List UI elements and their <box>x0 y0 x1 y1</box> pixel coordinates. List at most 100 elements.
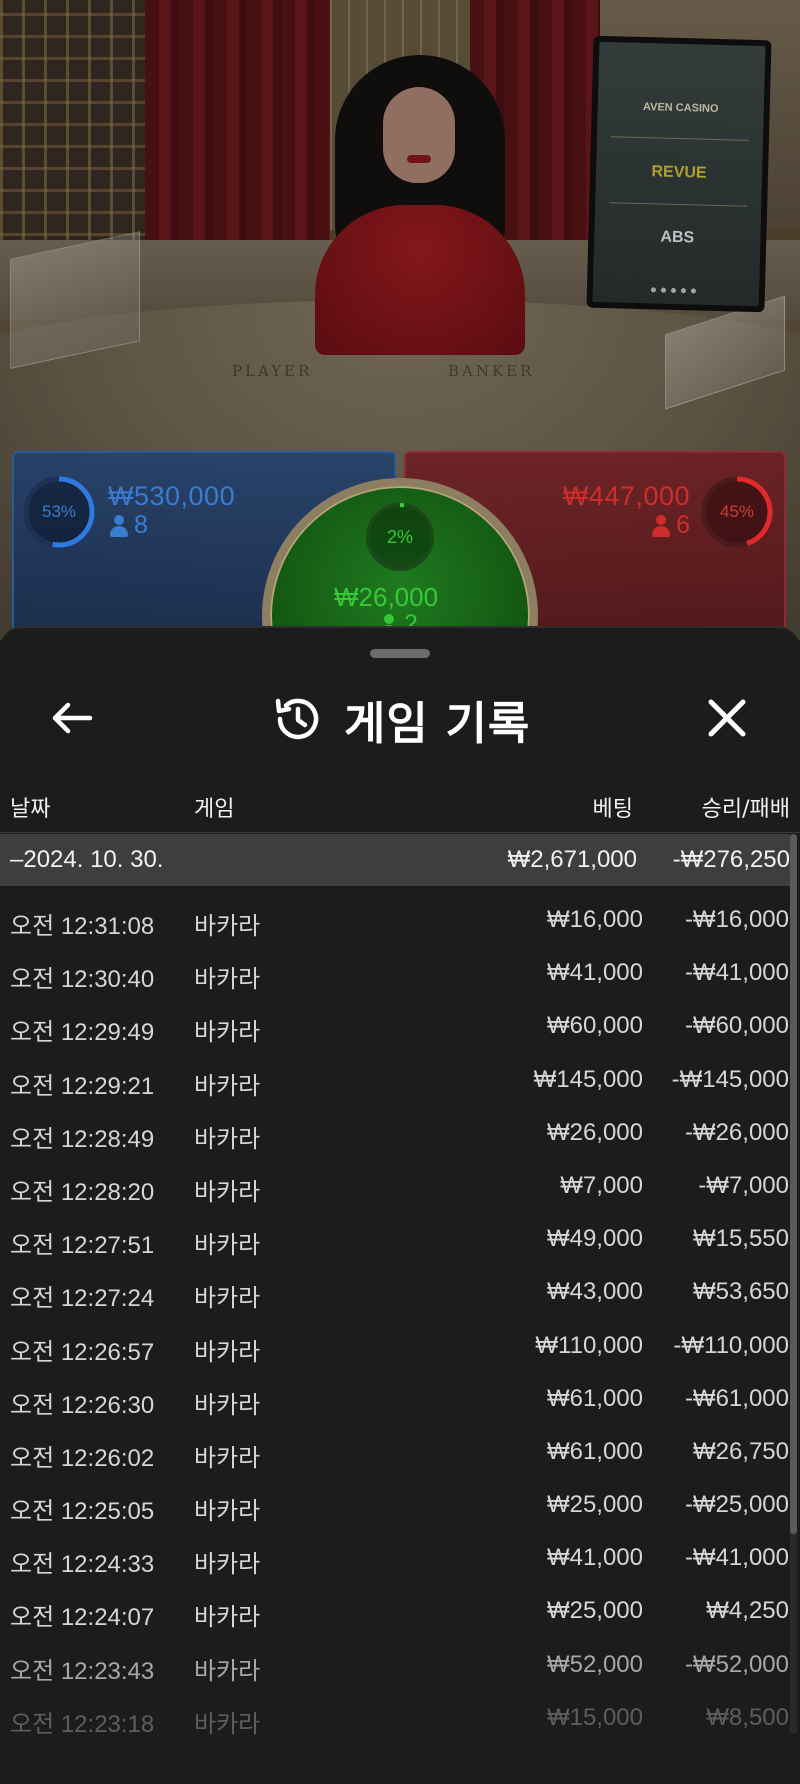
header-divider <box>0 832 800 833</box>
history-row-result: -₩145,000 <box>671 1065 789 1093</box>
history-row[interactable]: 오전 12:28:49 바카라 ₩26,000 -₩26,000 <box>0 1105 790 1158</box>
history-row[interactable]: 오전 12:26:02 바카라 ₩61,000 ₩26,750 <box>0 1424 790 1477</box>
history-row-result: ₩8,500 <box>706 1703 789 1731</box>
close-x-icon <box>708 699 746 737</box>
close-button[interactable] <box>697 688 757 748</box>
history-row[interactable]: 오전 12:29:49 바카라 ₩60,000 -₩60,000 <box>0 998 790 1051</box>
day-summary-row[interactable]: –2024. 10. 30. ₩2,671,000 -₩276,250 <box>0 834 790 886</box>
history-row-bet: ₩7,000 <box>560 1171 643 1199</box>
day-total-result: -₩276,250 <box>672 846 790 873</box>
history-row-time: 오전 12:29:49 <box>10 1019 155 1047</box>
history-row[interactable]: 오전 12:26:57 바카라 ₩110,000 -₩110,000 <box>0 1318 790 1371</box>
history-row[interactable]: 오전 12:30:40 바카라 ₩41,000 -₩41,000 <box>0 945 790 998</box>
sheet-header: 게임 기록 <box>272 684 530 754</box>
player-bettor-count: 8 <box>134 511 148 539</box>
banker-bettors: 6 <box>652 511 690 540</box>
history-row-game: 바카라 <box>194 1710 261 1738</box>
history-row[interactable]: 오전 12:25:05 바카라 ₩25,000 -₩25,000 <box>0 1477 790 1530</box>
history-row[interactable]: 오전 12:23:43 바카라 ₩52,000 -₩52,000 <box>0 1637 790 1690</box>
history-row-game: 바카라 <box>194 1391 261 1419</box>
history-row-result: ₩53,650 <box>692 1278 789 1306</box>
player-percent: 53% <box>41 502 77 521</box>
history-row-time: 오전 12:25:05 <box>10 1498 155 1526</box>
history-row-time: 오전 12:24:07 <box>10 1604 155 1632</box>
banker-bettor-count: 6 <box>676 511 690 539</box>
history-row[interactable]: 오전 12:27:51 바카라 ₩49,000 ₩15,550 <box>0 1211 790 1264</box>
history-row-time: 오전 12:29:21 <box>10 1072 155 1100</box>
history-row-result: ₩15,550 <box>692 1225 789 1253</box>
history-row-result: -₩16,000 <box>684 906 789 933</box>
sheet-grab-handle[interactable] <box>370 649 430 658</box>
history-row[interactable]: 오전 12:23:18 바카라 ₩15,000 ₩8,500 <box>0 1690 790 1743</box>
history-row[interactable]: 오전 12:29:21 바카라 ₩145,000 -₩145,000 <box>0 1052 790 1105</box>
player-bettors: 8 <box>110 511 148 540</box>
history-row-result: -₩61,000 <box>684 1384 789 1412</box>
person-icon <box>652 514 671 537</box>
history-row-time: 오전 12:23:18 <box>10 1710 155 1738</box>
banker-percent-ring: 45% <box>700 475 774 549</box>
history-row-game: 바카라 <box>194 1657 261 1685</box>
history-row-result: -₩26,000 <box>684 1118 789 1146</box>
history-row-bet: ₩15,000 <box>546 1703 643 1731</box>
history-list: 오전 12:31:08 바카라 ₩16,000 -₩16,000 오전 12:30:40… <box>0 892 790 1743</box>
history-row-bet: ₩26,000 <box>546 1118 643 1146</box>
history-row-result: -₩52,000 <box>684 1650 789 1678</box>
history-row-game: 바카라 <box>194 1551 261 1579</box>
history-row-bet: ₩41,000 <box>546 959 643 987</box>
player-percent-ring: 53% <box>22 475 96 549</box>
history-row-game: 바카라 <box>194 1232 261 1260</box>
history-row-result: -₩110,000 <box>673 1331 789 1359</box>
history-row-time: 오전 12:28:49 <box>10 1125 155 1153</box>
history-row-game: 바카라 <box>194 1019 261 1047</box>
history-row-time: 오전 12:26:57 <box>10 1338 155 1366</box>
history-row-game: 바카라 <box>194 1125 261 1153</box>
history-row-time: 오전 12:26:30 <box>10 1391 155 1419</box>
history-row-time: 오전 12:26:02 <box>10 1444 155 1472</box>
history-row[interactable]: 오전 12:26:30 바카라 ₩61,000 -₩61,000 <box>0 1371 790 1424</box>
history-row-result: -₩41,000 <box>684 959 789 987</box>
history-row-game: 바카라 <box>194 1072 261 1100</box>
history-row[interactable]: 오전 12:24:33 바카라 ₩41,000 -₩41,000 <box>0 1530 790 1583</box>
history-row-game: 바카라 <box>194 1498 261 1526</box>
back-button[interactable] <box>42 688 102 748</box>
history-row-bet: ₩60,000 <box>546 1012 643 1040</box>
history-row-game: 바카라 <box>194 1604 261 1632</box>
tie-percent-ring: 2% <box>363 500 437 574</box>
history-scrollbar[interactable] <box>790 834 797 1734</box>
history-row-result: ₩4,250 <box>706 1597 789 1625</box>
history-row-game: 바카라 <box>194 1285 261 1313</box>
history-row[interactable]: 오전 12:31:08 바카라 ₩16,000 -₩16,000 <box>0 892 790 945</box>
player-total-amount: ₩530,000 <box>108 481 236 511</box>
history-row[interactable]: 오전 12:27:24 바카라 ₩43,000 ₩53,650 <box>0 1264 790 1317</box>
scrollbar-thumb[interactable] <box>790 834 797 1534</box>
history-row-bet: ₩41,000 <box>546 1544 643 1572</box>
banker-total-amount: ₩447,000 <box>562 481 690 511</box>
history-row-bet: ₩25,000 <box>546 1491 643 1519</box>
history-row-result: -₩25,000 <box>684 1491 789 1519</box>
sheet-title: 게임 기록 <box>344 696 531 750</box>
arrow-left-icon <box>52 702 93 734</box>
history-clock-icon <box>275 698 319 740</box>
day-total-bet: ₩2,671,000 <box>507 846 637 873</box>
person-icon <box>110 514 128 537</box>
history-row-bet: ₩16,000 <box>546 906 643 933</box>
history-row[interactable]: 오전 12:28:20 바카라 ₩7,000 -₩7,000 <box>0 1158 790 1211</box>
day-date: –2024. 10. 30. <box>10 846 164 873</box>
history-row-time: 오전 12:27:24 <box>10 1285 155 1313</box>
history-row-time: 오전 12:31:08 <box>10 913 155 940</box>
history-row-time: 오전 12:28:20 <box>10 1178 155 1206</box>
column-header-result: 승리/패배 <box>701 797 790 822</box>
history-row-game: 바카라 <box>194 1178 261 1206</box>
history-row-result: -₩7,000 <box>698 1171 789 1199</box>
history-row-bet: ₩52,000 <box>546 1650 643 1678</box>
column-header-game: 게임 <box>194 797 235 822</box>
history-row-bet: ₩49,000 <box>546 1225 643 1253</box>
history-row-game: 바카라 <box>194 1338 261 1366</box>
history-row[interactable]: 오전 12:24:07 바카라 ₩25,000 ₩4,250 <box>0 1583 790 1636</box>
banker-percent: 45% <box>719 502 755 521</box>
history-row-bet: ₩110,000 <box>535 1331 643 1359</box>
history-row-bet: ₩25,000 <box>546 1597 643 1625</box>
history-row-bet: ₩43,000 <box>546 1278 643 1306</box>
history-row-time: 오전 12:30:40 <box>10 966 155 994</box>
history-row-time: 오전 12:27:51 <box>10 1232 155 1260</box>
